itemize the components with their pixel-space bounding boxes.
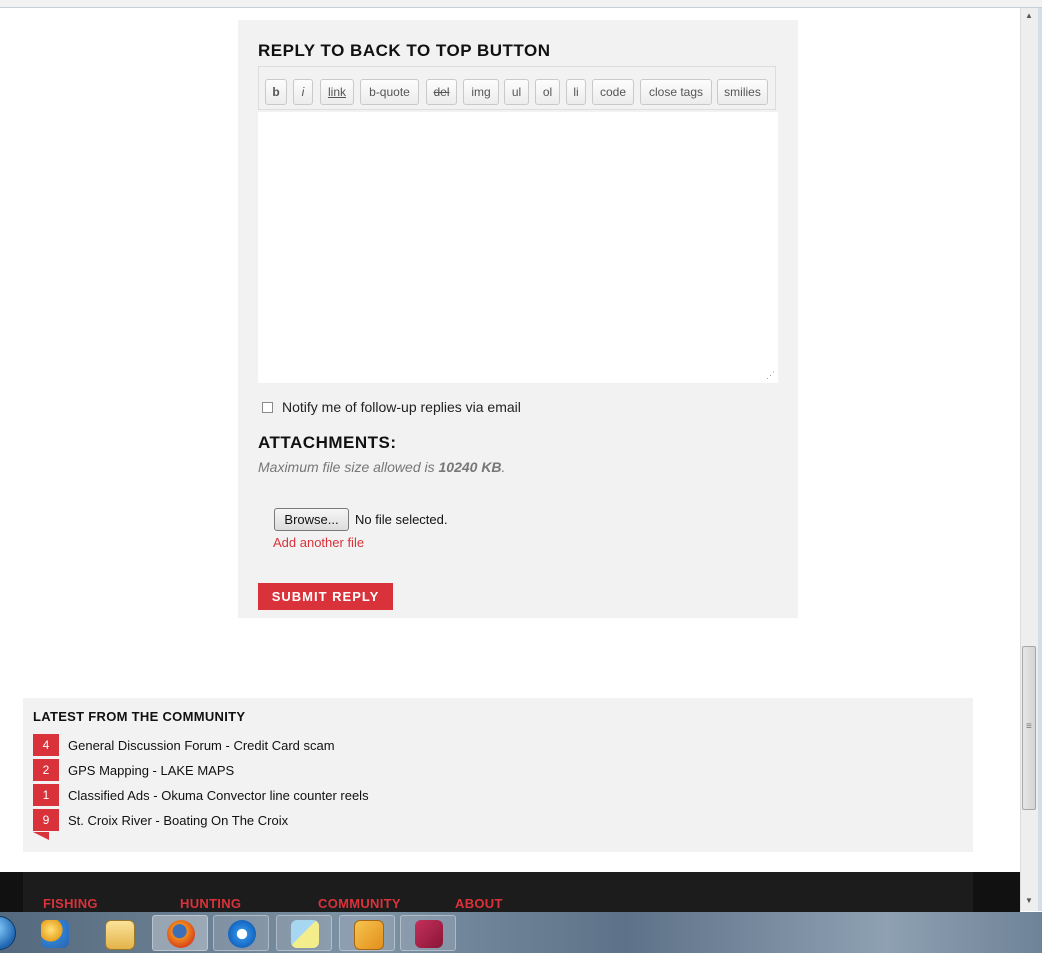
reply-count-badge: 2 (33, 759, 59, 781)
browse-button[interactable]: Browse... (274, 508, 349, 531)
italic-button[interactable]: i (293, 79, 313, 105)
attachments-title: ATTACHMENTS: (258, 433, 397, 452)
file-explorer-icon (105, 920, 135, 950)
li-button[interactable]: li (566, 79, 586, 105)
submit-reply-button[interactable]: SUBMIT REPLY (258, 583, 393, 610)
internet-explorer-icon (228, 920, 256, 948)
badge-flag (33, 832, 49, 840)
grip-icon: ≡ (1026, 721, 1032, 732)
site-footer: FISHING HUNTING COMMUNITY ABOUT (0, 872, 1020, 912)
smilies-button[interactable]: smilies (717, 79, 768, 105)
list-item[interactable]: 1 Classified Ads - Okuma Convector line … (33, 784, 369, 806)
window-border (1038, 8, 1042, 911)
taskbar-explorer[interactable] (90, 915, 146, 951)
taskbar-internet-explorer[interactable] (213, 915, 269, 951)
start-orb-icon[interactable] (0, 916, 16, 950)
list-item[interactable]: 4 General Discussion Forum - Credit Card… (33, 734, 335, 756)
footer-nav-fishing[interactable]: FISHING (43, 896, 98, 911)
footer-nav-community[interactable]: COMMUNITY (318, 896, 401, 911)
firefox-icon (167, 920, 195, 948)
outlook-icon (354, 920, 384, 950)
add-another-file-link[interactable]: Add another file (273, 535, 364, 550)
attachments-info-suffix: . (501, 459, 506, 475)
del-button[interactable]: del (426, 79, 457, 105)
reply-form: REPLY TO BACK TO TOP BUTTON b i link b-q… (238, 20, 798, 618)
ol-button[interactable]: ol (535, 79, 560, 105)
community-widget: LATEST FROM THE COMMUNITY 4 General Disc… (23, 698, 973, 852)
taskbar-sticky-notes[interactable] (276, 915, 332, 951)
code-button[interactable]: code (592, 79, 634, 105)
paint-icon (41, 920, 69, 948)
scroll-down-icon[interactable]: ▼ (1025, 896, 1033, 905)
reply-title: REPLY TO BACK TO TOP BUTTON (258, 41, 551, 60)
notify-checkbox[interactable] (262, 401, 273, 413)
vertical-scrollbar[interactable]: ▲ ≡ ▼ (1020, 8, 1038, 911)
attachments-info-prefix: Maximum file size allowed is (258, 459, 439, 475)
close-tags-button[interactable]: close tags (640, 79, 712, 105)
sticky-notes-icon (291, 920, 319, 948)
editor-toolbar: b i link b-quote del img ul ol li code c… (258, 66, 776, 110)
scroll-up-icon[interactable]: ▲ (1025, 11, 1033, 20)
topic-link[interactable]: St. Croix River - Boating On The Croix (68, 813, 288, 828)
bold-button[interactable]: b (265, 79, 287, 105)
topic-link[interactable]: Classified Ads - Okuma Convector line co… (68, 788, 369, 803)
taskbar-outlook[interactable] (339, 915, 395, 951)
bquote-button[interactable]: b-quote (360, 79, 419, 105)
ul-button[interactable]: ul (504, 79, 529, 105)
reply-count-badge: 9 (33, 809, 59, 831)
topic-link[interactable]: GPS Mapping - LAKE MAPS (68, 763, 234, 778)
footer-nav-hunting[interactable]: HUNTING (180, 896, 241, 911)
reply-textarea[interactable] (258, 112, 778, 383)
notify-label: Notify me of follow-up replies via email (282, 399, 521, 415)
access-icon (415, 920, 443, 948)
resize-grip-icon[interactable]: ⋰ (766, 370, 795, 616)
footer-nav-about[interactable]: ABOUT (455, 896, 503, 911)
taskbar-paint[interactable] (26, 915, 82, 951)
topic-link[interactable]: General Discussion Forum - Credit Card s… (68, 738, 335, 753)
notify-option[interactable]: Notify me of follow-up replies via email (262, 399, 521, 415)
browser-top-edge (0, 0, 1042, 8)
page-content: REPLY TO BACK TO TOP BUTTON b i link b-q… (0, 8, 1020, 912)
file-status: No file selected. (355, 512, 448, 527)
reply-count-badge: 1 (33, 784, 59, 806)
attachments-info: Maximum file size allowed is 10240 KB. (258, 459, 505, 475)
link-button[interactable]: link (320, 79, 354, 105)
community-title: LATEST FROM THE COMMUNITY (33, 709, 246, 724)
list-item[interactable]: 9 St. Croix River - Boating On The Croix (33, 809, 288, 831)
img-button[interactable]: img (463, 79, 499, 105)
taskbar-firefox[interactable] (152, 915, 208, 951)
scroll-thumb[interactable]: ≡ (1022, 646, 1036, 810)
taskbar-access[interactable] (400, 915, 456, 951)
max-file-size: 10240 KB (438, 459, 502, 475)
reply-count-badge: 4 (33, 734, 59, 756)
taskbar (0, 912, 1042, 953)
footer-nav: FISHING HUNTING COMMUNITY ABOUT (23, 872, 973, 912)
list-item[interactable]: 2 GPS Mapping - LAKE MAPS (33, 759, 234, 781)
